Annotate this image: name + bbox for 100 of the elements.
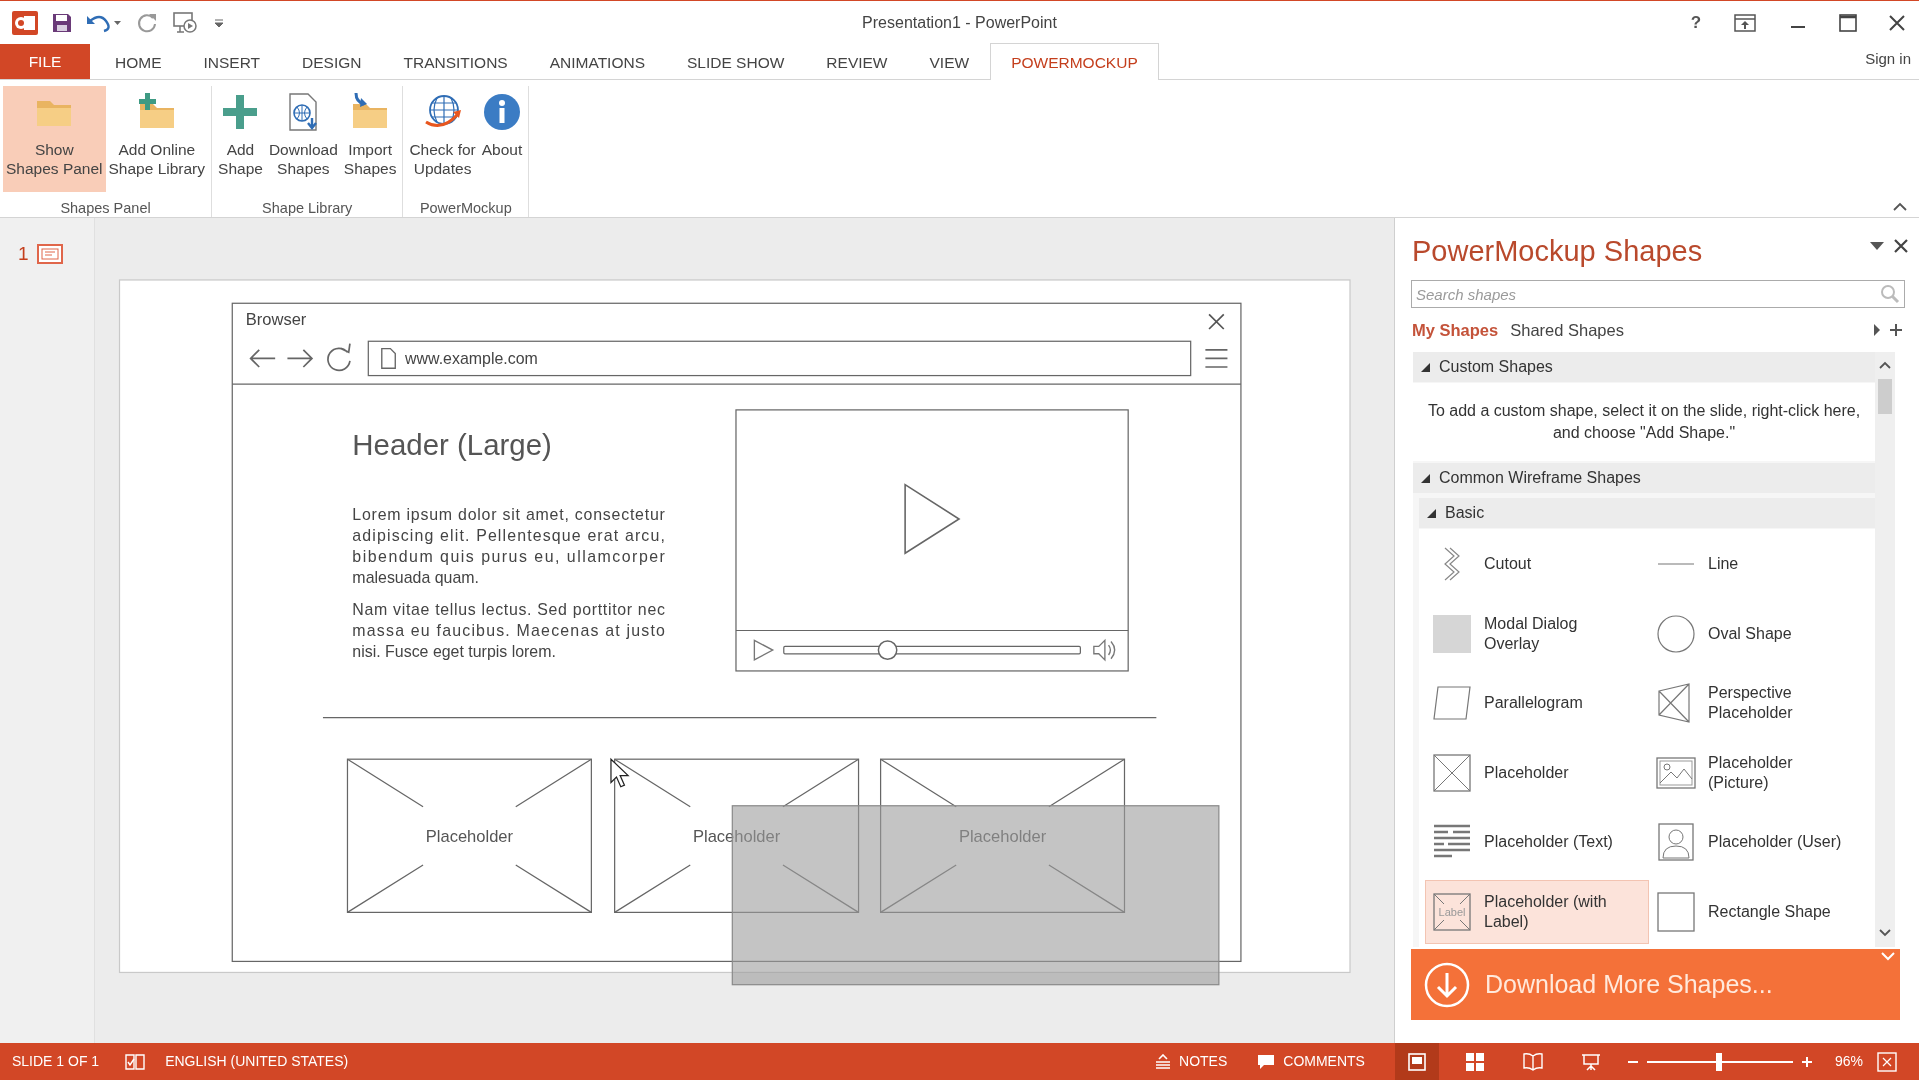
search-field[interactable]: Search shapes — [1411, 280, 1905, 308]
shape-preview-icon — [1432, 683, 1472, 723]
ribbon-button[interactable]: Add Online Shape Library — [105, 86, 209, 192]
panel-title: PowerMockup Shapes — [1412, 234, 1703, 269]
shape-preview-icon — [1656, 613, 1696, 654]
customize-caret-icon[interactable] — [214, 18, 224, 27]
browser-title: Browser — [245, 310, 307, 330]
expand-toggle-icon[interactable] — [1427, 508, 1436, 518]
comments-button[interactable]: COMMENTS — [1249, 1051, 1373, 1072]
ribbon-tab[interactable]: TRANSITIONS — [382, 44, 529, 79]
ribbon-tab[interactable]: ANIMATIONS — [528, 44, 666, 79]
slide-counter: SLIDE 1 OF 1 — [11, 1052, 101, 1071]
proofing-icon[interactable] — [125, 1052, 146, 1071]
ribbon-tab[interactable]: POWERMOCKUP — [990, 43, 1159, 80]
help-button[interactable]: ? — [1678, 7, 1714, 38]
expand-toggle-icon[interactable] — [1421, 362, 1430, 372]
ribbon-button[interactable]: Check for Updates — [406, 86, 479, 192]
group-label: Shapes Panel — [59, 199, 152, 218]
minimize-button[interactable] — [1790, 24, 1806, 29]
normal-view-icon — [1406, 1051, 1427, 1072]
close-icon — [1208, 313, 1225, 330]
shape-item[interactable]: Placeholder — [1425, 740, 1649, 805]
shape-item[interactable]: Parallelogram — [1425, 671, 1649, 735]
collapse-ribbon-icon[interactable] — [1893, 202, 1907, 211]
close-button[interactable] — [1889, 14, 1905, 31]
ribbon-tab[interactable]: REVIEW — [805, 44, 909, 79]
shape-item[interactable]: Placeholder (User) — [1649, 810, 1873, 874]
play-icon — [753, 639, 775, 662]
volume-icon — [1093, 639, 1116, 661]
ribbon-button[interactable]: Show Shapes Panel — [3, 86, 106, 192]
zoom-slider-thumb[interactable] — [1715, 1052, 1722, 1071]
section-header[interactable]: Custom Shapes — [1439, 355, 1553, 379]
shape-item[interactable]: Cutout — [1425, 532, 1649, 596]
body-paragraph: Nam vitae tellus lectus. Sed porttitor nec massa eu faucibus. Maecenas at justo nisi. Fusce eget turpis lorem. — [352, 600, 665, 660]
group-label: PowerMockup — [418, 199, 513, 218]
search-icon — [1879, 284, 1901, 304]
sign-in-link[interactable]: Sign in — [1865, 44, 1919, 71]
back-arrow-icon — [249, 348, 276, 368]
notes-button[interactable]: NOTES — [1147, 1051, 1236, 1072]
collapse-icon[interactable] — [1881, 951, 1895, 961]
dropdown-icon[interactable] — [1869, 241, 1885, 251]
icon-text: Label — [1438, 905, 1466, 918]
ribbon-tab[interactable]: INSERT — [182, 44, 282, 79]
shape-item[interactable]: Oval Shape — [1649, 601, 1873, 666]
shape-item[interactable]: Modal Dialog Overlay — [1425, 601, 1649, 666]
close-icon[interactable] — [1893, 238, 1909, 254]
next-icon[interactable] — [1873, 323, 1881, 337]
save-icon[interactable] — [52, 12, 72, 33]
comment-icon — [1257, 1053, 1276, 1070]
play-icon — [904, 483, 961, 555]
ribbon-button[interactable]: Add Shape — [215, 86, 266, 192]
zoom-in-button[interactable] — [1800, 1055, 1813, 1068]
ribbon-tab[interactable]: HOME — [94, 44, 183, 79]
shape-item[interactable]: Label Placeholder (with Label) — [1425, 879, 1649, 944]
shape-preview-icon — [1432, 613, 1472, 654]
placeholder-label: Placeholder — [425, 826, 513, 846]
shape-item[interactable]: Placeholder (Text) — [1425, 810, 1649, 874]
menu-icon — [1204, 349, 1229, 368]
shape-item[interactable]: Line — [1649, 532, 1873, 596]
add-icon[interactable] — [1889, 323, 1903, 337]
view-button[interactable] — [1394, 1043, 1439, 1080]
ribbon-display-button[interactable] — [1734, 13, 1756, 32]
scrollbar-thumb[interactable] — [1878, 379, 1892, 414]
presenter-icon[interactable] — [172, 10, 200, 35]
slide-thumbnail[interactable] — [36, 244, 63, 265]
url-text: www.example.com — [404, 349, 538, 367]
help-text: To add a custom shape, select it on the slide, right-click here, and choose "Add Shape." — [1426, 401, 1862, 443]
book-icon — [1522, 1051, 1543, 1072]
ribbon-button[interactable]: Download Shapes — [265, 86, 341, 192]
shape-item[interactable]: Placeholder (Picture) — [1649, 740, 1873, 805]
window-title: Presentation1 - PowerPoint — [861, 12, 1058, 33]
shape-preview-icon — [1656, 822, 1696, 862]
body-paragraph: Lorem ipsum dolor sit amet, consectetur adipiscing elit. Pellentesque erat arcu, bibendum quis purus eu, ullamcorper malesuada quam. — [352, 506, 665, 587]
panel-tab[interactable]: My Shapes — [1412, 317, 1511, 343]
group-header[interactable]: Basic — [1445, 501, 1485, 525]
language-label[interactable]: ENGLISH (UNITED STATES) — [153, 1051, 361, 1072]
redo-icon[interactable] — [136, 11, 158, 34]
header-text: Header (Large) — [352, 428, 552, 462]
expand-toggle-icon[interactable] — [1421, 473, 1430, 483]
ribbon-button[interactable]: Import Shapes — [340, 86, 400, 192]
panel-tab[interactable]: Shared Shapes — [1510, 317, 1636, 343]
fit-to-window-icon[interactable] — [1877, 1051, 1897, 1072]
info-icon — [482, 92, 522, 132]
zoom-level[interactable]: 96% — [1812, 1051, 1877, 1072]
shape-item[interactable]: Perspective Placeholder — [1649, 671, 1873, 735]
shape-item[interactable]: Rectangle Shape — [1649, 879, 1873, 944]
file-tab[interactable]: FILE — [0, 44, 90, 79]
shape-preview-icon — [1656, 891, 1696, 932]
notes-icon — [1155, 1053, 1172, 1070]
maximize-button[interactable] — [1839, 13, 1857, 32]
ribbon-tab[interactable]: VIEW — [908, 44, 991, 79]
app-icon — [12, 10, 38, 35]
mouse-pointer-icon — [610, 757, 630, 788]
shape-preview-icon — [1444, 547, 1460, 581]
ribbon-tab[interactable]: DESIGN — [281, 44, 383, 79]
shape-preview-icon — [1432, 752, 1472, 793]
slide-number: 1 — [18, 242, 29, 266]
ribbon-tab[interactable]: SLIDE SHOW — [666, 44, 806, 79]
placeholder-label: Placeholder — [692, 826, 781, 846]
ribbon-button[interactable]: About — [478, 86, 526, 192]
